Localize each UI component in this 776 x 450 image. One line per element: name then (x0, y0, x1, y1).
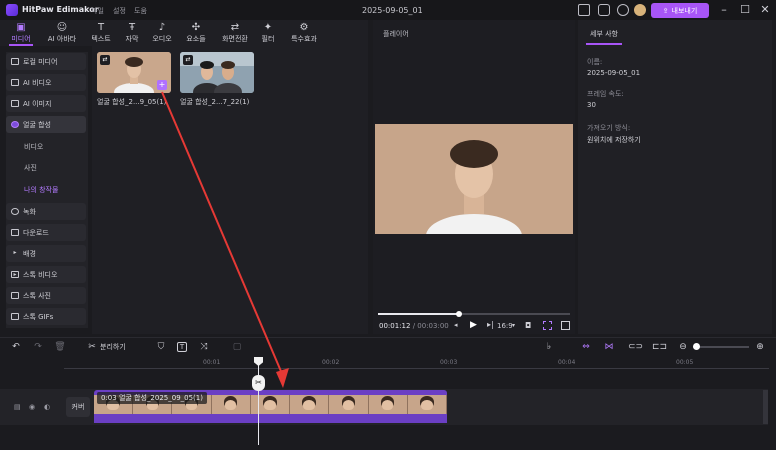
annotation-arrow (161, 91, 289, 388)
